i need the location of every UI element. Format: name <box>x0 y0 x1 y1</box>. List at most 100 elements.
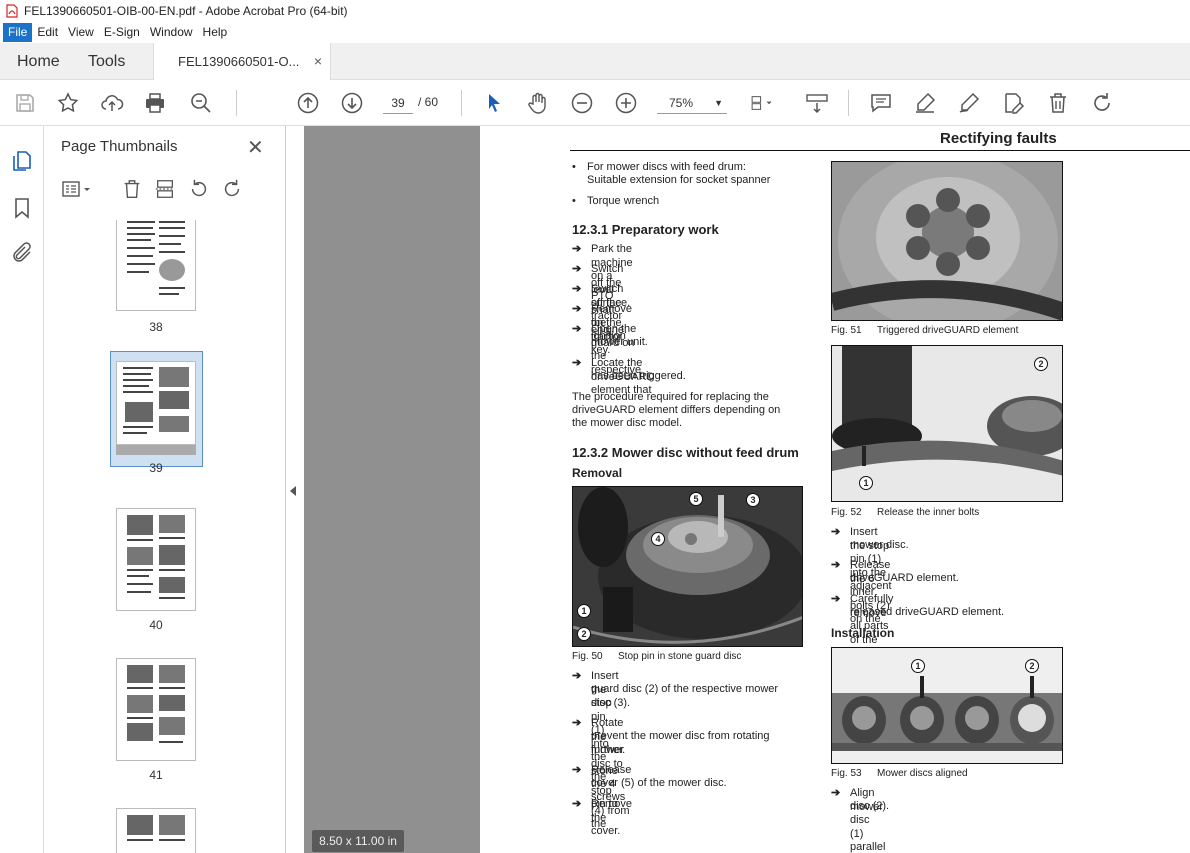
thumbnail-page-40[interactable]: 40 <box>116 508 196 632</box>
options-menu-icon[interactable] <box>61 178 93 200</box>
thumbnail-label: 38 <box>149 320 163 334</box>
callout-2: 2 <box>1025 659 1039 673</box>
next-page-icon[interactable] <box>340 91 364 115</box>
highlight-pen-icon[interactable] <box>913 91 937 115</box>
title-bar: FEL1390660501-OIB-00-EN.pdf - Adobe Acro… <box>0 0 1190 22</box>
thumbnail-label: 41 <box>149 768 163 782</box>
toolbar-separator <box>236 90 237 116</box>
thumbnail-page-39[interactable]: 39 <box>116 361 196 475</box>
rotate-clockwise-icon[interactable] <box>221 178 243 200</box>
section-heading: 12.3.1 Preparatory work <box>572 222 719 237</box>
zoom-level-select[interactable]: 75% ▼ <box>657 92 727 114</box>
zoom-search-icon[interactable] <box>189 91 213 115</box>
callout-3: 3 <box>746 493 760 507</box>
tab-home[interactable]: Home <box>17 43 60 80</box>
bullet-text: Suitable extension for socket spanner <box>587 174 771 186</box>
menu-esign[interactable]: E-Sign <box>99 23 145 42</box>
delete-trash-icon[interactable] <box>1046 91 1070 115</box>
scroll-mode-icon[interactable] <box>805 91 829 115</box>
tab-tools[interactable]: Tools <box>88 43 125 80</box>
menu-file[interactable]: File <box>3 23 33 42</box>
step-continuation: mower unit. <box>591 336 648 348</box>
rotate-counterclockwise-icon[interactable] <box>188 178 210 200</box>
thumbnail-list: 38 39 40 41 <box>44 220 277 853</box>
thumbnail-page-38[interactable]: 38 <box>116 220 196 334</box>
menu-edit[interactable]: Edit <box>32 23 63 42</box>
section-heading: 12.3.2 Mower disc without feed drum <box>572 445 799 460</box>
fill-sign-icon[interactable] <box>957 91 981 115</box>
thumbnail-page-42[interactable] <box>116 808 196 853</box>
callout-5: 5 <box>689 492 703 506</box>
step-continuation: mower disc. <box>850 539 909 551</box>
callout-1: 1 <box>577 604 591 618</box>
page-thumbnails-panel: Page Thumbnails ✕ 38 39 40 41 <box>44 126 321 853</box>
toolbar-separator <box>848 90 849 116</box>
page-display-icon[interactable] <box>750 91 784 115</box>
callout-2: 2 <box>577 627 591 641</box>
panel-splitter[interactable] <box>286 126 304 853</box>
thumbnail-image <box>116 658 196 761</box>
page-header: Rectifying faults <box>940 130 1057 147</box>
thumbnail-page-bottom <box>116 445 196 455</box>
chevron-down-icon: ▼ <box>714 98 723 108</box>
header-rule <box>570 150 1190 151</box>
bookmarks-icon[interactable] <box>10 196 34 220</box>
zoom-out-icon[interactable] <box>570 91 594 115</box>
subheading-removal: Removal <box>572 466 623 480</box>
acrobat-pdf-icon <box>6 4 18 18</box>
step-continuation: guard disc (2) of the respective mower <box>591 683 779 695</box>
attachments-paperclip-icon[interactable] <box>10 241 34 265</box>
callout-4: 4 <box>651 532 665 546</box>
window-title: FEL1390660501-OIB-00-EN.pdf - Adobe Acro… <box>24 4 348 18</box>
step-continuation: disc (2). <box>850 800 890 812</box>
bullet-dot: • <box>572 195 576 207</box>
bookmark-star-icon[interactable] <box>56 91 80 115</box>
upload-cloud-icon[interactable] <box>100 91 124 115</box>
step-continuation: cover (5) of the mower disc. <box>591 777 727 789</box>
page-total: / 60 <box>418 95 439 109</box>
pdf-page: Rectifying faults • For mower discs with… <box>480 126 1190 853</box>
menu-view[interactable]: View <box>63 23 99 42</box>
panel-title: Page Thumbnails <box>61 138 178 155</box>
figure-50-number: Fig. 50 <box>572 651 603 662</box>
thumbnail-image <box>116 508 196 611</box>
save-icon[interactable] <box>13 91 37 115</box>
main-toolbar: / 60 75% ▼ <box>0 80 1190 126</box>
subheading-installation: Installation <box>831 626 895 640</box>
paragraph-line: The procedure required for replacing the <box>572 391 769 403</box>
step-continuation: released driveGUARD element. <box>850 606 1005 618</box>
thumbnail-label: 39 <box>149 461 163 475</box>
thumbnail-page-41[interactable]: 41 <box>116 658 196 782</box>
comment-icon[interactable] <box>869 91 893 115</box>
page-thumbnails-icon[interactable] <box>10 148 34 172</box>
rotate-clockwise-icon[interactable] <box>1090 91 1114 115</box>
collapse-panel-arrow-icon[interactable] <box>290 486 296 496</box>
extract-pages-icon[interactable] <box>154 178 176 200</box>
thumbnail-toolbar <box>44 172 286 206</box>
bullet-text: For mower discs with feed drum: <box>587 161 746 173</box>
previous-page-icon[interactable] <box>296 91 320 115</box>
hand-tool-icon[interactable] <box>526 91 550 115</box>
menu-bar: File Edit View E-Sign Window Help <box>0 22 1190 43</box>
page-number-input[interactable] <box>383 92 413 114</box>
thumbnail-image <box>116 361 196 445</box>
callout-1: 1 <box>859 476 873 490</box>
figure-53-number: Fig. 53 <box>831 768 862 779</box>
thumbnail-image <box>116 220 196 311</box>
close-tab-icon[interactable]: × <box>314 43 322 80</box>
delete-page-icon[interactable] <box>121 178 143 200</box>
callout-1: 1 <box>911 659 925 673</box>
select-cursor-icon[interactable] <box>482 91 506 115</box>
zoom-in-icon[interactable] <box>614 91 638 115</box>
figure-52-caption: Release the inner bolts <box>877 507 980 518</box>
close-panel-icon[interactable]: ✕ <box>247 135 264 160</box>
menu-window[interactable]: Window <box>145 23 198 42</box>
step-continuation: further. <box>591 744 626 756</box>
step-continuation: driveGUARD element. <box>850 572 959 584</box>
document-viewer[interactable]: Rectifying faults • For mower discs with… <box>304 126 1190 853</box>
print-icon[interactable] <box>143 91 167 115</box>
figure-53-caption: Mower discs aligned <box>877 768 968 779</box>
edit-pdf-icon[interactable] <box>1001 91 1025 115</box>
tab-document[interactable]: FEL1390660501-O... × <box>153 43 331 81</box>
menu-help[interactable]: Help <box>198 23 233 42</box>
